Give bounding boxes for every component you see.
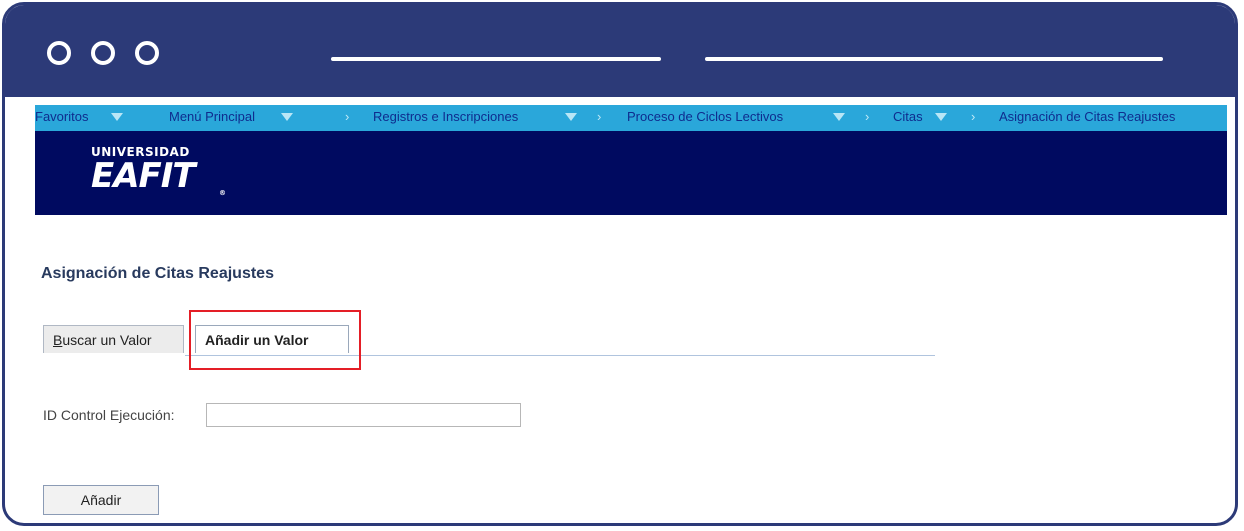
chevron-right-icon: › bbox=[597, 109, 602, 124]
nav-menu-principal[interactable]: Menú Principal bbox=[169, 109, 255, 124]
eafit-logo: UNIVERSIDAD EAFIT ® bbox=[91, 145, 226, 197]
nav-proceso-ciclos[interactable]: Proceso de Ciclos Lectivos bbox=[627, 109, 783, 124]
registered-mark: ® bbox=[219, 189, 226, 197]
breadcrumb-nav: Favoritos Menú Principal › Registros e I… bbox=[35, 105, 1227, 131]
chevron-right-icon: › bbox=[971, 109, 976, 124]
page-title: Asignación de Citas Reajustes bbox=[41, 265, 274, 282]
nav-citas[interactable]: Citas bbox=[893, 109, 923, 124]
tab-accelerator-letter: B bbox=[53, 332, 63, 348]
dropdown-arrow-icon[interactable] bbox=[281, 113, 293, 121]
add-button[interactable]: Añadir bbox=[43, 485, 159, 515]
nav-current-page[interactable]: Asignación de Citas Reajustes bbox=[999, 109, 1175, 124]
dropdown-arrow-icon[interactable] bbox=[565, 113, 577, 121]
page-content: Favoritos Menú Principal › Registros e I… bbox=[35, 105, 1227, 515]
tab-label: uscar un Valor bbox=[62, 332, 152, 348]
id-control-ejecucion-label: ID Control Ejecución: bbox=[43, 407, 175, 423]
window-control-circle-icon[interactable] bbox=[135, 41, 159, 65]
window-control-circle-icon[interactable] bbox=[47, 41, 71, 65]
dropdown-arrow-icon[interactable] bbox=[935, 113, 947, 121]
chevron-right-icon: › bbox=[345, 109, 350, 124]
window-control-circle-icon[interactable] bbox=[91, 41, 115, 65]
title-placeholder-bar bbox=[331, 57, 661, 61]
dropdown-arrow-icon[interactable] bbox=[111, 113, 123, 121]
window-title-bar bbox=[5, 5, 1235, 97]
browser-window-frame: Favoritos Menú Principal › Registros e I… bbox=[2, 2, 1238, 526]
nav-registros-inscripciones[interactable]: Registros e Inscripciones bbox=[373, 109, 518, 124]
id-control-ejecucion-input[interactable] bbox=[206, 403, 521, 427]
chevron-right-icon: › bbox=[865, 109, 870, 124]
nav-favoritos[interactable]: Favoritos bbox=[35, 109, 88, 124]
address-placeholder-bar bbox=[705, 57, 1163, 61]
highlight-annotation-box bbox=[189, 310, 361, 370]
header-banner: UNIVERSIDAD EAFIT ® bbox=[35, 131, 1227, 215]
dropdown-arrow-icon[interactable] bbox=[833, 113, 845, 121]
tab-buscar-valor[interactable]: Buscar un Valor bbox=[43, 325, 184, 353]
logo-line-2: EAFIT bbox=[91, 156, 196, 196]
